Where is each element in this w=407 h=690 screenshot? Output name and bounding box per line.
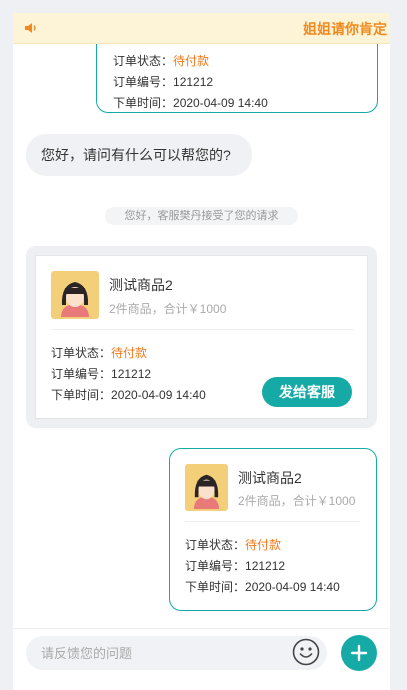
order-status-row: 订单状态：待付款 — [51, 344, 147, 361]
order-time-label: 下单时间： — [185, 580, 246, 594]
order-status-value: 待付款 — [111, 346, 148, 360]
speaker-icon — [23, 21, 39, 35]
order-status-label: 订单状态： — [185, 538, 246, 552]
order-number-row: 订单编号：121212 — [185, 557, 285, 574]
notice-text: 姐姐请你肯定 — [303, 21, 387, 37]
product-summary: 2件商品，合计￥1000 — [109, 302, 227, 316]
order-status-value: 待付款 — [173, 54, 210, 68]
order-time-value: 2020-04-09 14:40 — [245, 580, 340, 594]
order-time-row: 下单时间：2020-04-09 14:40 — [51, 386, 206, 403]
product-card: 测试商品2 2件商品，合计￥1000 订单状态：待付款 订单编号：121212 … — [35, 255, 368, 419]
input-bar — [13, 628, 390, 690]
agent-greeting-bubble: 您好，请问有什么可以帮您的? — [26, 134, 252, 176]
sent-order-bubble[interactable]: 测试商品2 2件商品，合计￥1000 订单状态：待付款 订单编号：121212 … — [169, 448, 377, 611]
message-input[interactable] — [26, 636, 327, 670]
product-summary: 2件商品，合计￥1000 — [238, 494, 356, 508]
order-number-value: 121212 — [173, 75, 214, 89]
order-time-label: 下单时间： — [51, 388, 112, 402]
order-time-value: 2020-04-09 14:40 — [173, 96, 268, 110]
system-message: 您好，客服樊丹接受了您的请求 — [105, 207, 298, 225]
product-name: 测试商品2 — [109, 277, 173, 293]
order-time-row: 下单时间：2020-04-09 14:40 — [185, 578, 340, 595]
order-status-row: 订单状态：待付款 — [113, 52, 209, 69]
notice-bar[interactable]: 姐姐请你肯定 — [13, 13, 390, 44]
chat-screen: 订单状态：待付款 订单编号：121212 下单时间：2020-04-09 14:… — [13, 13, 390, 690]
product-card-container: 测试商品2 2件商品，合计￥1000 订单状态：待付款 订单编号：121212 … — [26, 246, 377, 428]
product-image — [51, 271, 99, 319]
card-divider — [51, 329, 354, 330]
order-number-label: 订单编号： — [185, 559, 246, 573]
order-number-row: 订单编号：121212 — [51, 365, 151, 382]
order-time-value: 2020-04-09 14:40 — [111, 388, 206, 402]
card-divider — [185, 521, 360, 522]
order-number-row: 订单编号：121212 — [113, 73, 213, 90]
send-to-service-button[interactable]: 发给客服 — [262, 377, 352, 407]
plus-icon[interactable] — [341, 635, 377, 671]
order-time-row: 下单时间：2020-04-09 14:40 — [113, 94, 268, 111]
order-status-row: 订单状态：待付款 — [185, 536, 281, 553]
product-name: 测试商品2 — [238, 470, 302, 486]
emoji-icon[interactable] — [292, 638, 320, 666]
order-number-label: 订单编号： — [51, 367, 112, 381]
order-status-value: 待付款 — [245, 538, 282, 552]
order-status-label: 订单状态： — [113, 54, 174, 68]
order-number-value: 121212 — [111, 367, 152, 381]
order-number-value: 121212 — [245, 559, 286, 573]
agent-greeting-text: 您好，请问有什么可以帮您的? — [41, 147, 231, 163]
order-number-label: 订单编号： — [113, 75, 174, 89]
order-time-label: 下单时间： — [113, 96, 174, 110]
order-status-label: 订单状态： — [51, 346, 112, 360]
chat-area[interactable]: 订单状态：待付款 订单编号：121212 下单时间：2020-04-09 14:… — [13, 13, 390, 628]
product-image — [185, 464, 228, 511]
